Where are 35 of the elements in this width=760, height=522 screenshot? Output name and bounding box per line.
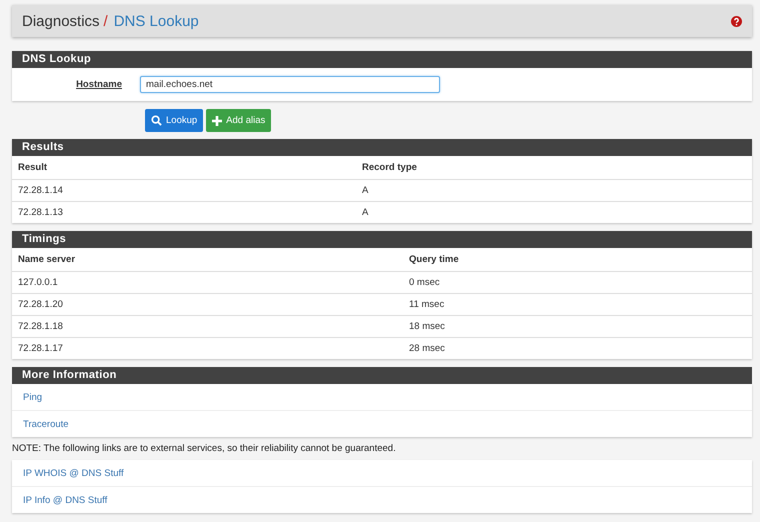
panel-title: Results (12, 139, 752, 156)
help-icon[interactable] (731, 16, 742, 26)
table-cell: 11 msec (409, 299, 444, 310)
table-cell-text: 72.28.1.14 (18, 185, 64, 196)
panel-title: More Information (12, 367, 752, 384)
column-header: Record type (362, 162, 417, 173)
note-text: NOTE: The following links are to external services, so their reliability cannot be guaranteed. (12, 442, 397, 456)
tool-link[interactable]: Traceroute (23, 418, 69, 430)
tool-link[interactable]: Ping (23, 392, 42, 402)
panel-title: Timings (12, 231, 752, 248)
add-alias-button[interactable]: Add alias (206, 109, 272, 132)
column-header: Query time (409, 254, 459, 265)
breadcrumb-separator: / (104, 12, 108, 30)
search-icon (151, 115, 162, 126)
table-cell: 28 msec (409, 343, 445, 354)
external-link[interactable]: IP WHOIS @ DNS Stuff (23, 468, 124, 478)
lookup-button[interactable]: Lookup (145, 109, 204, 132)
external-link[interactable]: IP Info @ DNS Stuff (23, 494, 108, 506)
table-cell: A (362, 207, 368, 218)
column-header: Result (18, 162, 48, 173)
breadcrumb-section[interactable]: Diagnostics (22, 12, 100, 30)
hostname-field[interactable]: mail.echoes.net (140, 76, 440, 93)
table-cell-text: 127.0.0.1 (18, 277, 59, 288)
table-cell: 18 msec (409, 321, 445, 332)
column-header: Name server (18, 254, 76, 265)
table-cell: 0 msec (409, 277, 440, 288)
table-cell-text: 72.28.1.20 (18, 299, 64, 310)
table-cell-text: 72.28.1.18 (18, 321, 64, 332)
hostname-label: Hostname (75, 79, 122, 90)
plus-icon (212, 116, 222, 126)
breadcrumb-page: DNS Lookup (114, 12, 199, 30)
table-cell-text: 72.28.1.13 (18, 207, 64, 218)
table-cell: A (362, 185, 368, 196)
panel-title: DNS Lookup (12, 51, 752, 68)
table-cell-text: 72.28.1.17 (18, 343, 64, 354)
